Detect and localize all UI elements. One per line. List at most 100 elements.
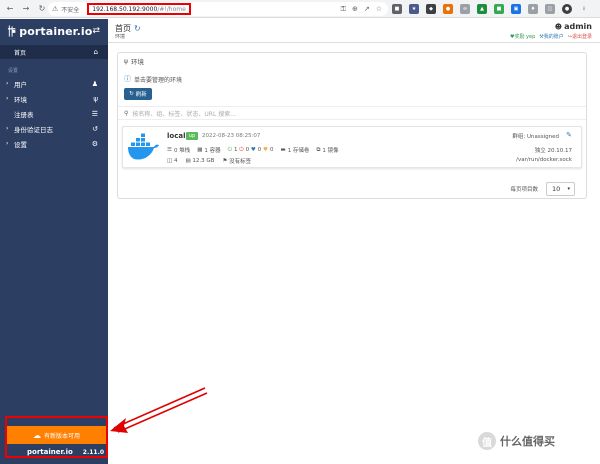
per-page-select[interactable]: 10 ▾	[546, 182, 575, 196]
sidebar-item-settings[interactable]: › 设置 ⚙	[0, 136, 108, 151]
plug-icon: ψ	[93, 94, 98, 103]
update-banner-label: 有新版本可用	[43, 432, 80, 440]
docker-version: 独立 20.10.17	[534, 148, 572, 154]
version-label: 2.11.0	[82, 448, 105, 456]
th-list-icon: ☰	[167, 147, 172, 153]
stacks-stat-value: 0 堆栈	[173, 148, 191, 154]
sidebar-section-title: 设置	[8, 68, 19, 74]
share-icon[interactable]: ↗	[364, 5, 370, 14]
images-stat: ⧉ 1 镜像	[316, 146, 339, 155]
warning-icon: ⚠	[52, 5, 59, 13]
cloud-download-icon: ☁	[32, 430, 41, 440]
user-icon: ☻	[554, 22, 563, 31]
refresh-icon[interactable]: ↻	[134, 24, 141, 33]
sidebar-item-home[interactable]: 首页 ⌂	[0, 45, 108, 59]
extension-icon[interactable]: ●	[443, 4, 453, 14]
url-path: /#!/home	[157, 5, 186, 13]
sidebar-logo-text[interactable]: portainer.io	[19, 25, 92, 38]
extension-icon[interactable]: ■	[494, 4, 504, 14]
extension-icon[interactable]: ▣	[511, 4, 521, 14]
logout-link[interactable]: ↪ 退出登录	[568, 33, 592, 41]
power-on-count: 1	[234, 147, 238, 153]
extension-bar: ■ ★ ◆ ● ∞ ▲ ■ ▣ ♦ ◫ ● ⋮	[392, 3, 589, 15]
swap-icon[interactable]: ⇄	[92, 26, 100, 36]
update-available-banner[interactable]: ☁ 有新版本可用	[7, 426, 106, 444]
info-circle-icon: ⓘ	[124, 75, 131, 83]
sidebar-item-label: 环境	[14, 95, 27, 104]
stacks-stat: ☰ 0 堆栈	[167, 146, 190, 154]
watermark-logo-icon: 值	[478, 432, 496, 450]
account-link-label: 我的账户	[543, 34, 564, 40]
search-icon: ⚲	[124, 109, 129, 117]
my-account-link[interactable]: ⚒ 我的账户	[539, 33, 564, 41]
images-stat-value: 1 镜像	[322, 148, 339, 154]
extension-icon[interactable]: ▲	[477, 4, 487, 14]
power-on-icon: ⏻	[227, 146, 232, 153]
zoom-icon[interactable]: ⊕	[352, 5, 358, 14]
address-bar[interactable]: ⚠ 不安全 192.168.50.192:9000 /#!/home ⚿ ⊕ ↗…	[48, 2, 388, 16]
reload-icon[interactable]: ↻	[36, 3, 48, 15]
sidebar-header: portainer.io ⇄	[0, 19, 108, 43]
environment-meta: ◫ 4 ▤ 12.3 GB ⚑ 没有标签	[167, 157, 251, 165]
puzzle-icon[interactable]: ♦	[528, 4, 538, 14]
hdd-icon: ▬	[280, 147, 286, 153]
profile-avatar[interactable]: ●	[562, 4, 572, 14]
sidebar-item-registries[interactable]: 注册表 ☰	[0, 106, 108, 121]
shield-icon[interactable]: ◆	[426, 4, 436, 14]
group-label: 群组: Unassigned	[512, 134, 559, 140]
sidebar-item-label: 首页	[14, 49, 27, 57]
reward-link-label: 奖励 yep	[514, 34, 536, 40]
sidebar-item-label: 用户	[14, 80, 27, 89]
extension-icon[interactable]: ∞	[460, 4, 470, 14]
home-icon: ⌂	[93, 48, 98, 56]
refresh-button[interactable]: ↻ 刷新	[124, 88, 152, 100]
page-header: 首页 ↻ 环境 ☻ admin ♥ 奖励 yep ⚒ 我的账户 ↪ 退出登录	[108, 19, 600, 43]
environment-card[interactable]: local up 2022-08-23 08:25:07 ☰ 0 堆栈 ▦ 1 容器…	[122, 126, 582, 168]
memory-icon: ▤	[185, 158, 191, 164]
microchip-icon: ◫	[167, 158, 173, 164]
browser-toolbar: ← → ↻ ⚠ 不安全 192.168.50.192:9000 /#!/home…	[0, 0, 600, 18]
search-input[interactable]: 按名称、组、标签、状态、URL 搜索...	[132, 109, 236, 118]
sidebar-item-auth-logs[interactable]: › 身份验证日志 ↺	[0, 121, 108, 136]
heartbeat-icon: ♥	[250, 147, 256, 153]
extension-icon[interactable]: ★	[409, 4, 419, 14]
cpu-stat-value: 4	[173, 158, 178, 164]
forward-icon[interactable]: →	[20, 3, 32, 15]
environment-search[interactable]: ⚲ 按名称、组、标签、状态、URL 搜索...	[118, 106, 586, 120]
sidebar-toggle-icon[interactable]: ◫	[545, 4, 555, 14]
back-icon[interactable]: ←	[4, 3, 16, 15]
heartbeat-count: 0	[257, 147, 262, 153]
chevron-right-icon: ›	[6, 80, 9, 87]
panel-title: 环境	[130, 58, 144, 66]
reward-link[interactable]: ♥ 奖励 yep	[510, 33, 536, 41]
extension-icon[interactable]: ■	[392, 4, 402, 14]
per-page-label: 每页项目数	[510, 187, 538, 193]
chevron-right-icon: ›	[6, 125, 9, 132]
containers-stat: ▦ 1 容器	[197, 146, 220, 154]
container-states: ⏻ 1 ⏻ 0 ♥ 0 ♥ 0	[228, 146, 274, 154]
sidebar-item-label: 设置	[14, 140, 27, 149]
breadcrumb: 环境	[115, 34, 126, 40]
chevron-down-icon: ▾	[567, 186, 570, 192]
environment-date: 2022-08-23 08:25:07	[202, 133, 261, 139]
bookmark-icon[interactable]: ☆	[376, 5, 382, 14]
power-off-count: 0	[245, 147, 250, 153]
edit-icon[interactable]: ✎	[566, 131, 572, 139]
unhealthy-icon: ♥	[263, 147, 268, 153]
security-indicator[interactable]: ⚠ 不安全	[52, 5, 79, 14]
user-name: ☻ admin	[510, 22, 592, 31]
sidebar-item-label: 注册表	[14, 110, 34, 119]
cubes-icon: ▦	[197, 147, 203, 153]
update-highlight: ☁ 有新版本可用 portainer.io 2.11.0	[5, 416, 108, 458]
cpu-stat: ◫ 4	[167, 157, 177, 165]
environments-panel: ψ 环境 ⓘ 单击要管理的环境 ↻ 刷新 ⚲ 按名称、组、标签、状态、URL 搜…	[117, 52, 587, 199]
tags-stat: ⚑ 没有标签	[222, 157, 251, 165]
watermark-text: 什么值得买	[500, 435, 555, 448]
clone-icon: ⧉	[316, 146, 321, 153]
chevron-right-icon: ›	[6, 95, 9, 102]
menu-icon[interactable]: ⋮	[579, 4, 589, 14]
key-icon[interactable]: ⚿	[341, 5, 346, 14]
sidebar-item-environments[interactable]: › 环境 ψ	[0, 91, 108, 106]
sidebar-item-users[interactable]: › 用户 ♟	[0, 76, 108, 91]
sidebar-footer: portainer.io 2.11.0	[7, 447, 106, 457]
